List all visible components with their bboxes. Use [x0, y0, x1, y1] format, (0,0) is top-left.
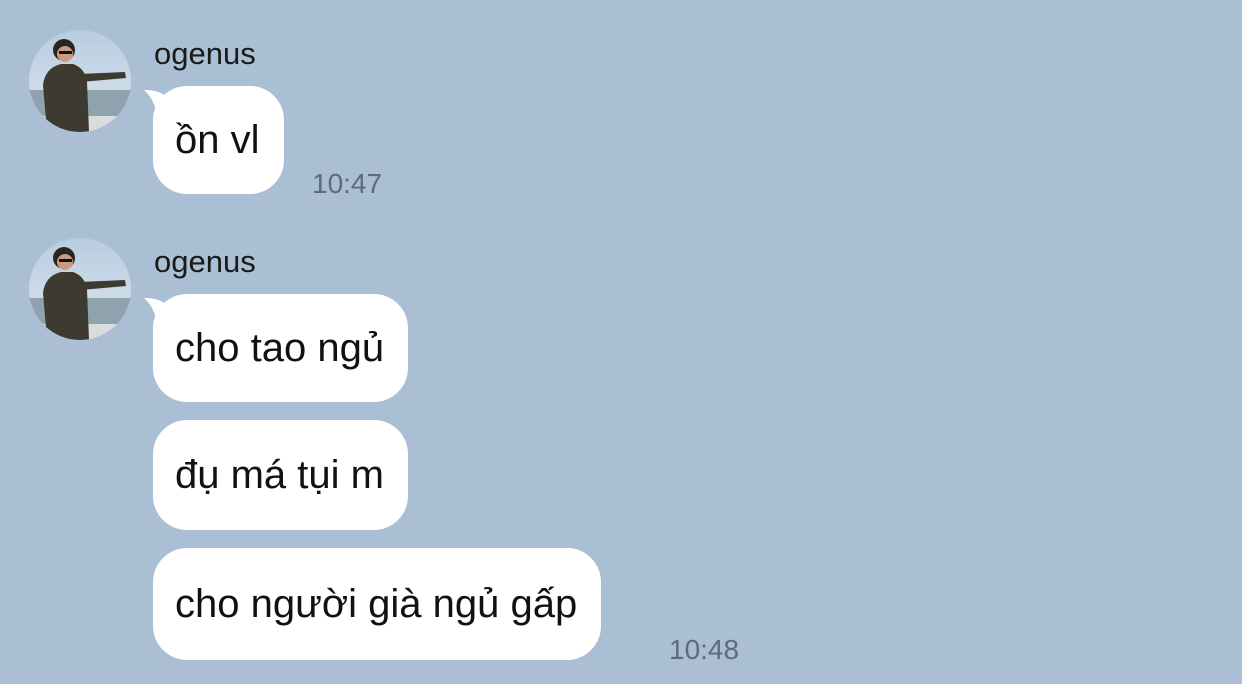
sender-name: ogenus: [154, 36, 256, 71]
message-bubble[interactable]: cho người già ngủ gấp: [153, 548, 602, 660]
message-timestamp: 10:47: [312, 168, 383, 199]
message-bubble[interactable]: đụ má tụi m: [153, 420, 408, 530]
message-bubble[interactable]: cho tao ngủ: [153, 294, 409, 402]
message-timestamp: 10:48: [669, 634, 740, 665]
sender-avatar[interactable]: [29, 30, 131, 132]
sender-avatar[interactable]: [29, 238, 131, 340]
sender-name: ogenus: [154, 244, 256, 279]
message-bubble[interactable]: ồn vl: [153, 86, 284, 194]
